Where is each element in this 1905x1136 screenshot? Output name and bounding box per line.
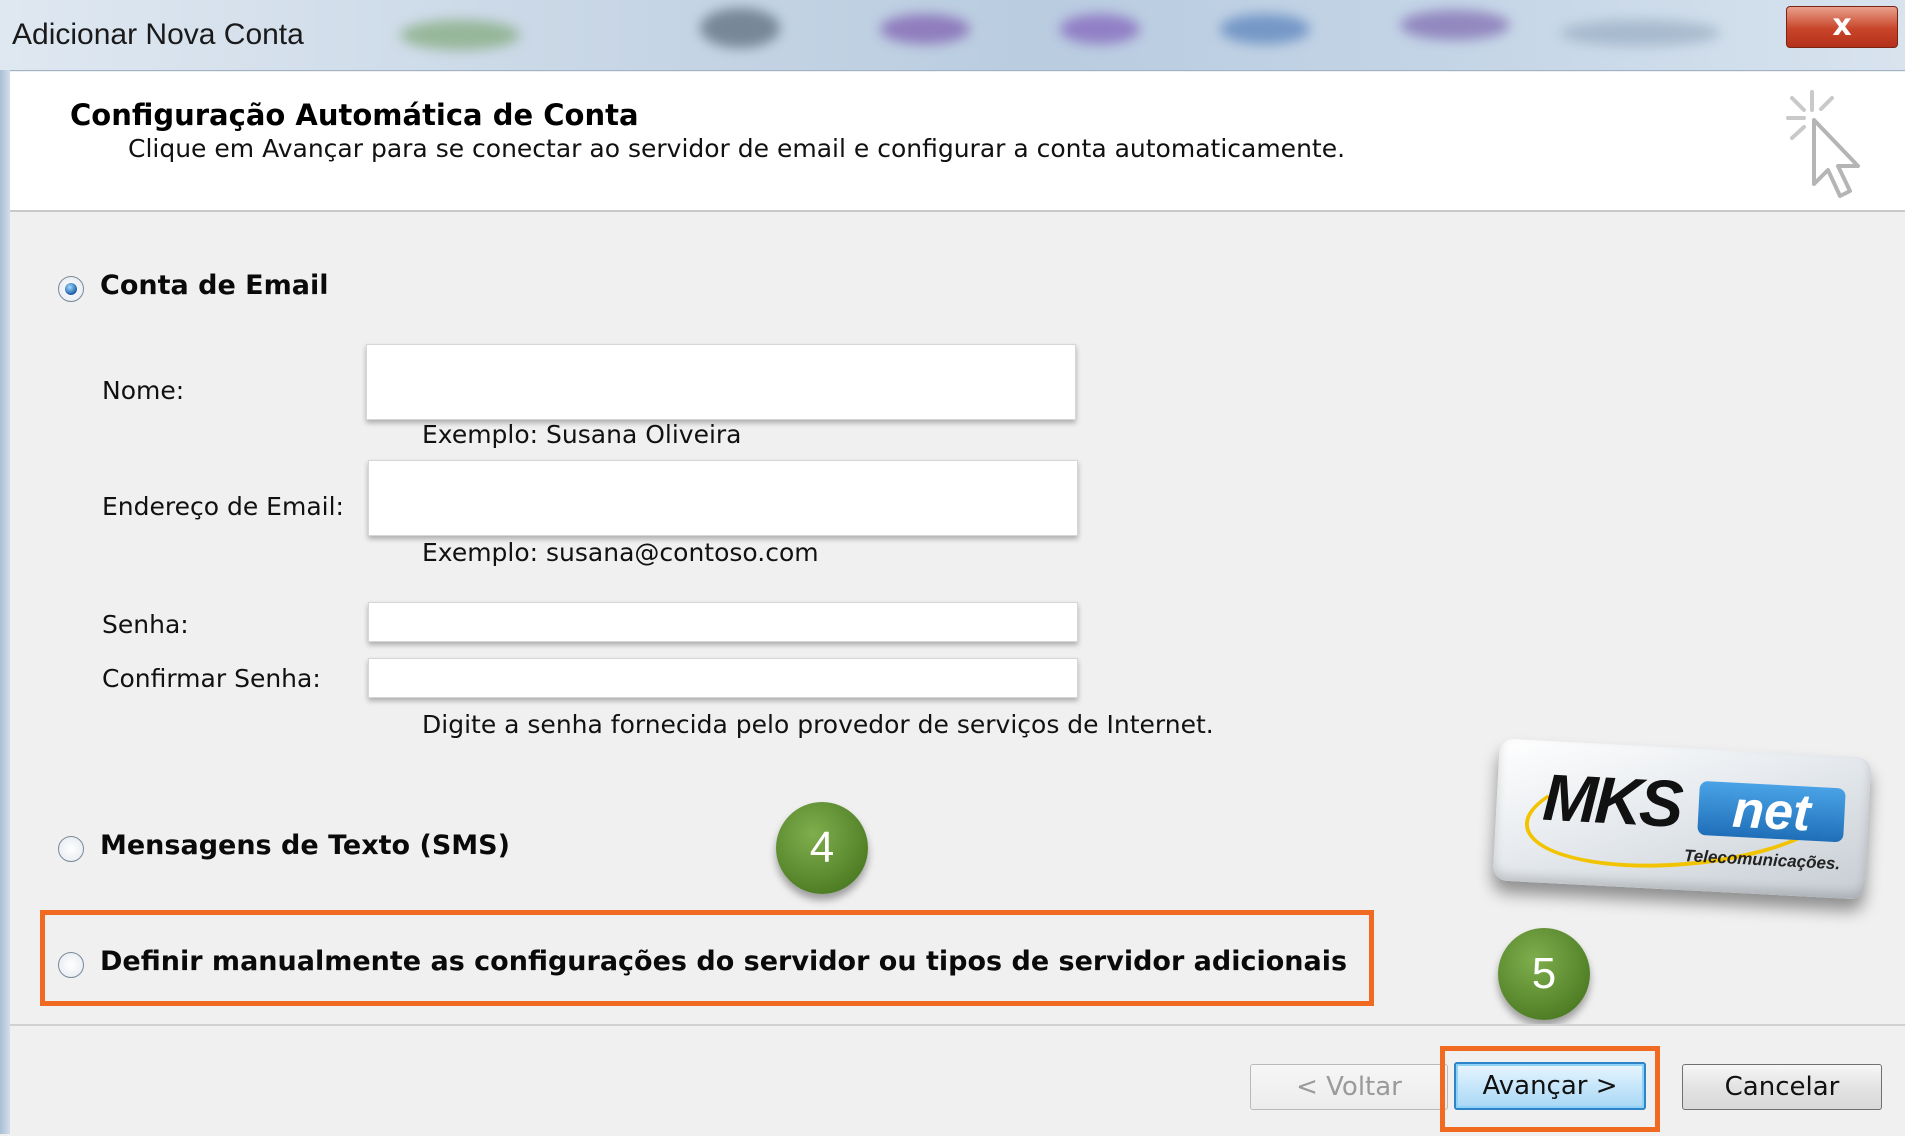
logo-brand-accent: net (1697, 781, 1846, 843)
title-bar: Adicionar Nova Conta x (0, 0, 1905, 71)
close-icon: x (1832, 8, 1852, 43)
logo-tagline: Telecomunicações. (1683, 846, 1841, 874)
logo-brand-main: MKS (1541, 759, 1683, 841)
email-account-radio[interactable] (58, 276, 84, 302)
step-4-badge: 4 (776, 802, 868, 894)
mksnet-logo: MKS net Telecomunicações. (1492, 738, 1872, 900)
page-title: Configuração Automática de Conta (70, 98, 639, 132)
password-hint: Digite a senha fornecida pelo provedor d… (422, 710, 1214, 739)
next-button-highlight (1440, 1046, 1660, 1132)
password-label: Senha: (102, 610, 189, 639)
window-title: Adicionar Nova Conta (12, 18, 304, 51)
confirm-password-field[interactable] (368, 658, 1078, 698)
cancel-button[interactable]: Cancelar (1682, 1064, 1882, 1110)
name-label: Nome: (102, 376, 185, 405)
name-field[interactable] (366, 344, 1076, 420)
sms-radio[interactable] (58, 836, 84, 862)
email-account-label[interactable]: Conta de Email (100, 270, 328, 301)
email-label: Endereço de Email: (102, 492, 344, 521)
manual-option-highlight (40, 910, 1374, 1006)
window-border (0, 70, 10, 1134)
confirm-password-label: Confirmar Senha: (102, 664, 321, 693)
step-5-badge: 5 (1498, 928, 1590, 1020)
wizard-cursor-icon (1778, 84, 1878, 218)
email-hint: Exemplo: susana@contoso.com (422, 538, 819, 567)
page-subtitle: Clique em Avançar para se conectar ao se… (128, 134, 1346, 163)
back-button[interactable]: < Voltar (1250, 1064, 1448, 1110)
password-field[interactable] (368, 602, 1078, 642)
name-hint: Exemplo: Susana Oliveira (422, 420, 742, 449)
wizard-content: Conta de Email Nome: Exemplo: Susana Oli… (10, 212, 1905, 1024)
wizard-header: Configuração Automática de Conta Clique … (10, 72, 1905, 212)
sms-label[interactable]: Mensagens de Texto (SMS) (100, 830, 510, 861)
wizard-footer: < Voltar Avançar > Cancelar (10, 1024, 1905, 1136)
close-button[interactable]: x (1786, 6, 1898, 48)
email-field[interactable] (368, 460, 1078, 536)
